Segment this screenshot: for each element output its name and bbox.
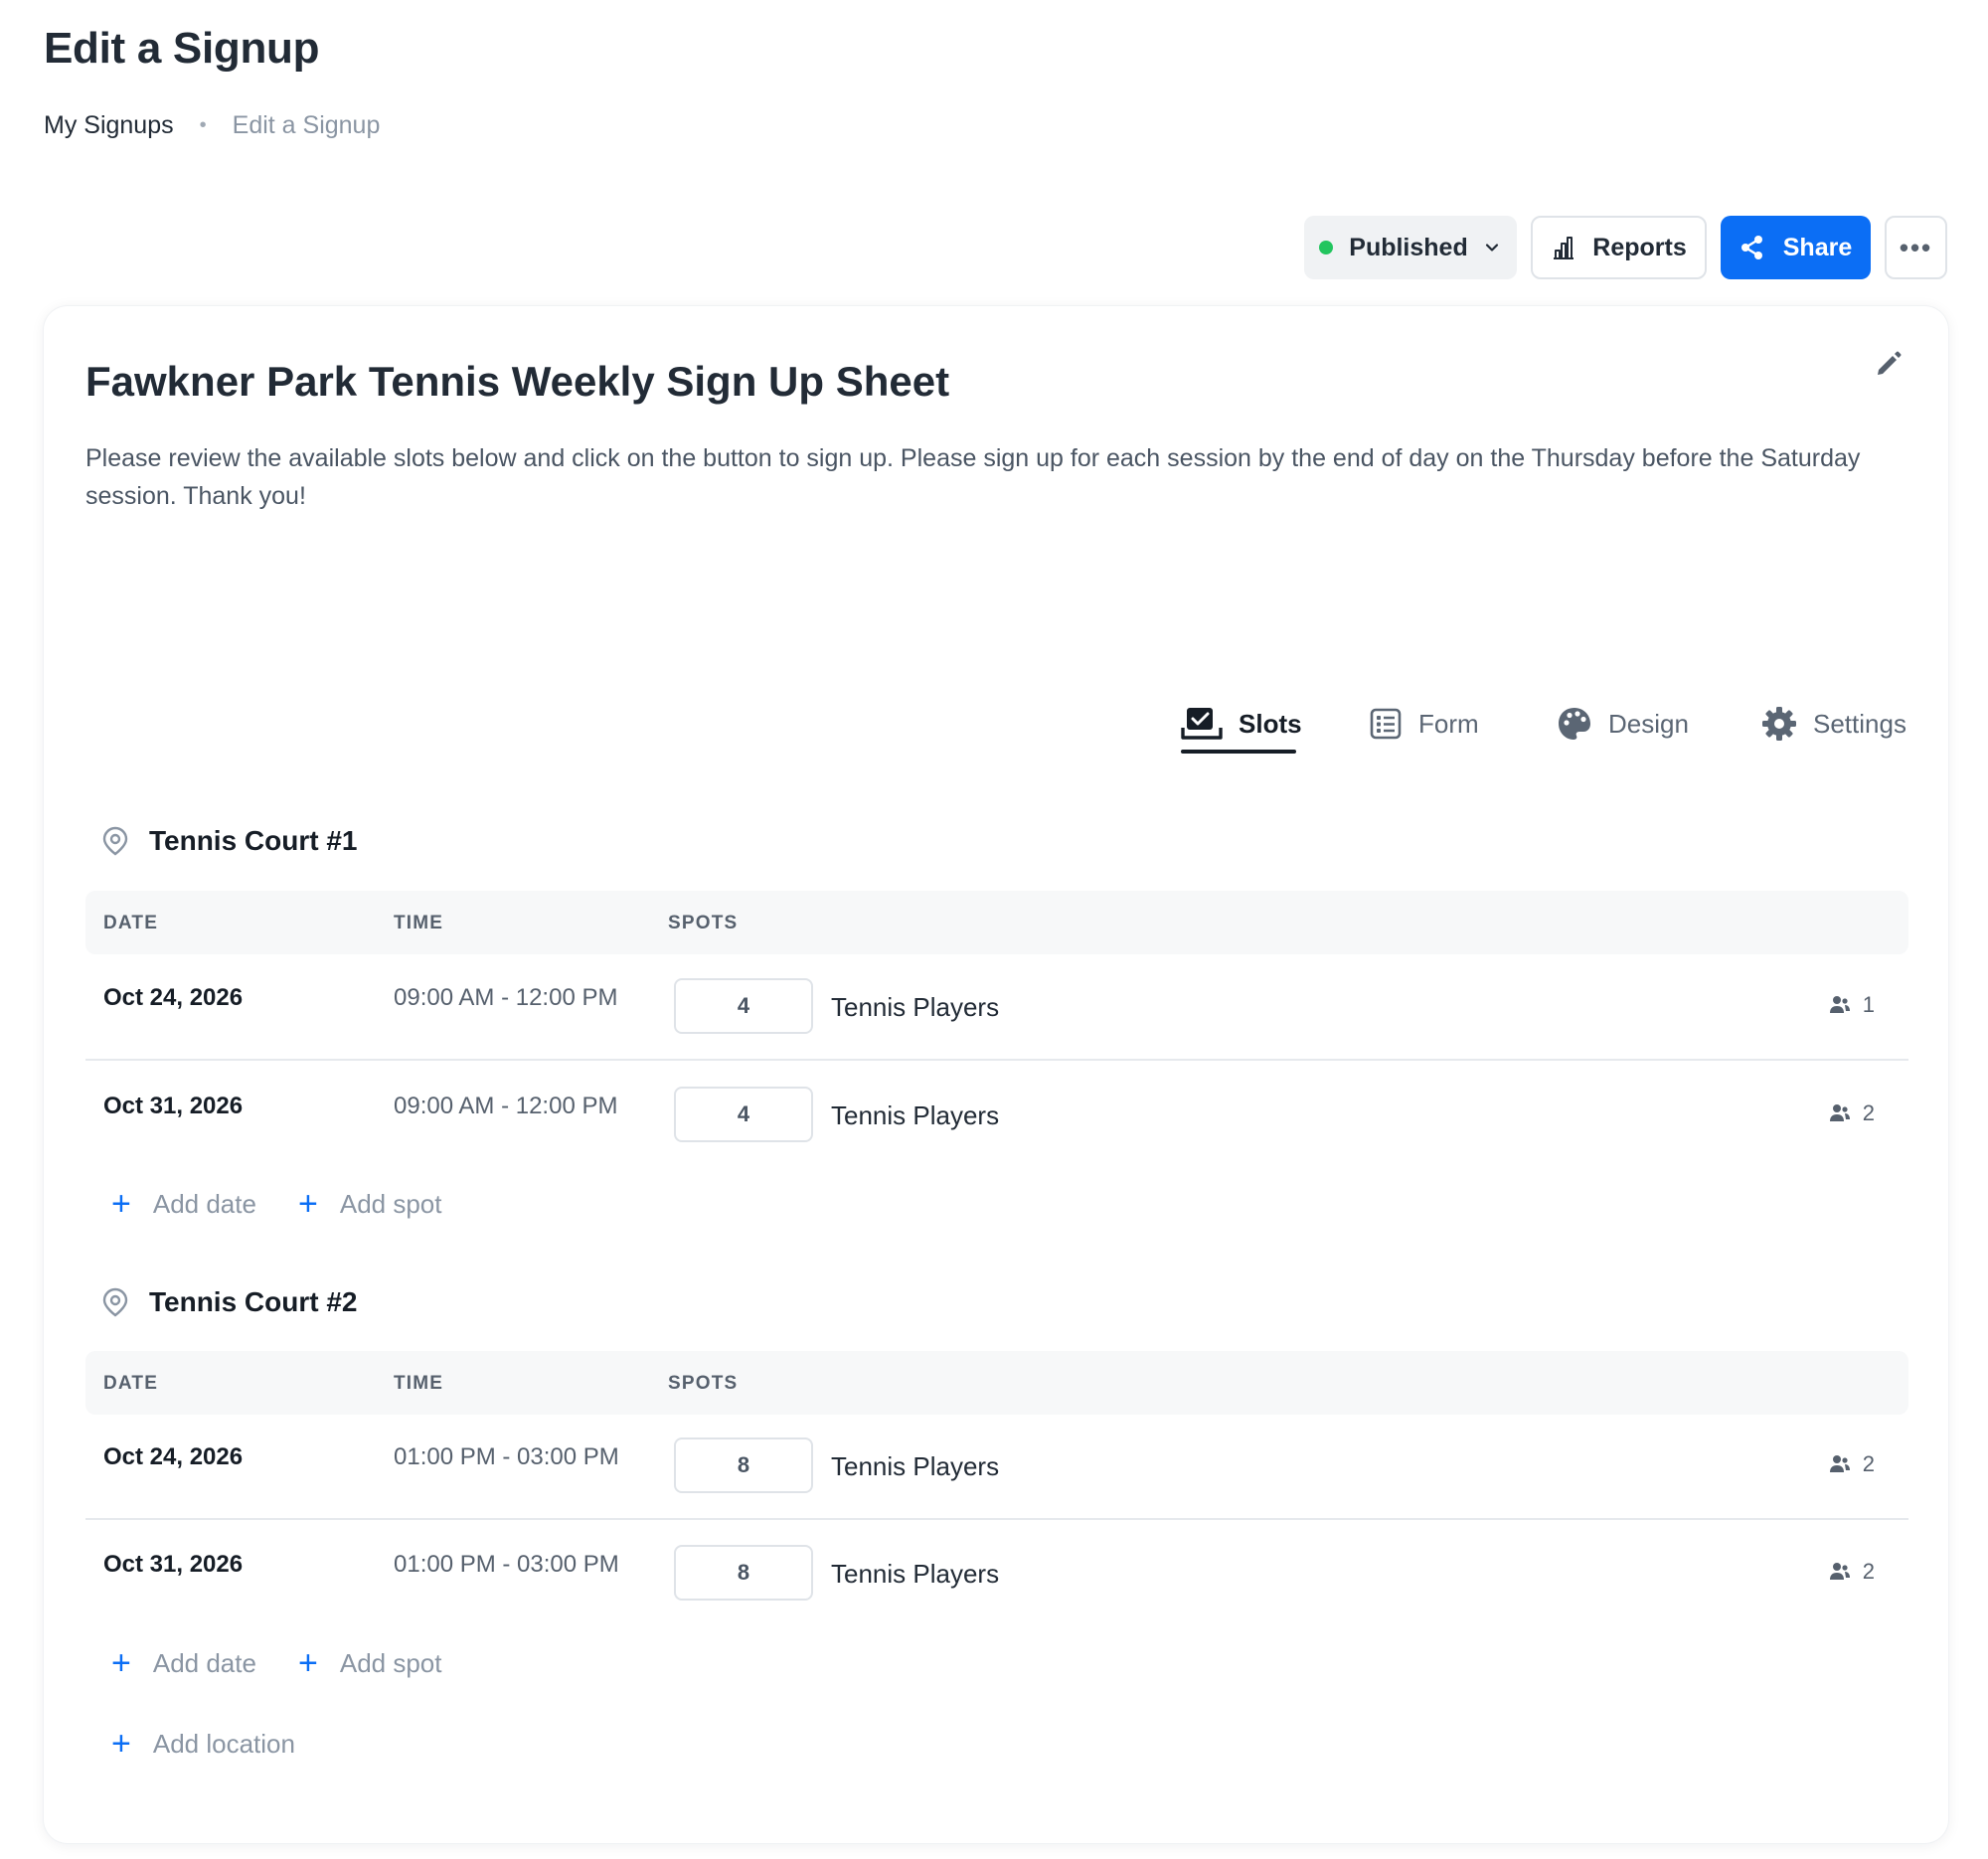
location-heading: Tennis Court #1: [101, 825, 358, 857]
tab-settings-label: Settings: [1813, 708, 1906, 739]
plus-icon: +: [298, 1644, 318, 1682]
status-label: Published: [1349, 233, 1468, 261]
slot-time[interactable]: 09:00 AM - 12:00 PM: [394, 984, 617, 1012]
breadcrumb-separator: •: [199, 114, 207, 136]
slot-time[interactable]: 01:00 PM - 03:00 PM: [394, 1551, 619, 1579]
pencil-edit-icon[interactable]: [1873, 348, 1905, 385]
add-date-button[interactable]: + Add date: [111, 1646, 256, 1680]
table-row: Oct 24, 2026 01:00 PM - 03:00 PM 8 Tenni…: [85, 1414, 1908, 1520]
signup-count[interactable]: 2: [1829, 1559, 1875, 1585]
status-dot-icon: [1319, 241, 1334, 254]
add-spot-button[interactable]: + Add spot: [298, 1187, 442, 1221]
slots-checkbox-icon: [1181, 708, 1223, 740]
reports-label: Reports: [1592, 233, 1687, 261]
breadcrumb: My Signups • Edit a Signup: [44, 111, 380, 140]
plus-icon: +: [111, 1725, 131, 1763]
tab-design-label: Design: [1608, 708, 1689, 739]
signup-count-value: 2: [1862, 1451, 1875, 1476]
share-button[interactable]: Share: [1721, 216, 1871, 279]
users-icon: [1829, 996, 1850, 1013]
plus-icon: +: [111, 1644, 131, 1682]
signup-count[interactable]: 1: [1829, 992, 1875, 1018]
spots-count-input[interactable]: 4: [674, 978, 813, 1034]
breadcrumb-current: Edit a Signup: [232, 111, 381, 139]
plus-icon: +: [111, 1185, 131, 1223]
users-icon: [1829, 1455, 1850, 1472]
reports-button[interactable]: Reports: [1531, 216, 1707, 279]
spots-count-input[interactable]: 4: [674, 1087, 813, 1142]
spot-role[interactable]: Tennis Players: [831, 1100, 999, 1131]
chevron-down-icon: [1485, 244, 1498, 252]
tab-settings[interactable]: Settings: [1761, 684, 1906, 763]
location-pin-icon: [102, 826, 128, 856]
table-row: Oct 31, 2026 09:00 AM - 12:00 PM 4 Tenni…: [85, 1063, 1908, 1169]
form-list-icon: [1370, 708, 1402, 740]
add-spot-button[interactable]: + Add spot: [298, 1646, 442, 1680]
slots-table-header: DATE TIME SPOTS: [85, 1351, 1908, 1415]
add-date-label: Add date: [152, 1188, 256, 1219]
table-row: Oct 31, 2026 01:00 PM - 03:00 PM 8 Tenni…: [85, 1521, 1908, 1627]
add-location-label: Add location: [152, 1728, 295, 1759]
page-title: Edit a Signup: [44, 24, 320, 73]
signup-count[interactable]: 2: [1829, 1100, 1875, 1126]
location-heading: Tennis Court #2: [101, 1286, 358, 1318]
signup-count-value: 1: [1862, 992, 1875, 1017]
tab-design[interactable]: Design: [1557, 684, 1689, 763]
location-name: Tennis Court #2: [149, 1286, 358, 1317]
spot-role[interactable]: Tennis Players: [831, 992, 999, 1023]
slot-date[interactable]: Oct 24, 2026: [103, 984, 243, 1012]
gear-icon: [1762, 707, 1796, 741]
slot-time[interactable]: 09:00 AM - 12:00 PM: [394, 1093, 617, 1120]
palette-icon: [1559, 708, 1590, 740]
tab-slots-label: Slots: [1239, 708, 1302, 739]
users-icon: [1829, 1563, 1850, 1580]
share-label: Share: [1782, 233, 1853, 261]
slot-date[interactable]: Oct 31, 2026: [103, 1551, 243, 1579]
signup-title: Fawkner Park Tennis Weekly Sign Up Sheet: [85, 358, 950, 405]
column-header-date: DATE: [103, 1373, 159, 1394]
signup-count[interactable]: 2: [1829, 1451, 1875, 1477]
spot-role[interactable]: Tennis Players: [831, 1451, 999, 1482]
location-name: Tennis Court #1: [149, 825, 358, 856]
location-pin-icon: [102, 1287, 128, 1317]
editor-tabs: Slots Form Design Settings: [44, 684, 1948, 763]
column-header-date: DATE: [103, 913, 159, 933]
column-header-time: TIME: [394, 913, 444, 933]
tab-form[interactable]: Form: [1369, 684, 1479, 763]
column-header-time: TIME: [394, 1373, 444, 1394]
signup-count-value: 2: [1862, 1100, 1875, 1125]
signup-count-value: 2: [1862, 1559, 1875, 1584]
edit-signup-page: Edit a Signup My Signups • Edit a Signup…: [0, 0, 1988, 1859]
status-dropdown-button[interactable]: Published: [1304, 216, 1517, 279]
breadcrumb-my-signups[interactable]: My Signups: [44, 111, 174, 140]
slot-date[interactable]: Oct 31, 2026: [103, 1093, 243, 1120]
column-header-spots: SPOTS: [668, 1373, 739, 1394]
slot-date[interactable]: Oct 24, 2026: [103, 1443, 243, 1471]
column-header-spots: SPOTS: [668, 913, 739, 933]
slot-time[interactable]: 01:00 PM - 03:00 PM: [394, 1443, 619, 1471]
spots-count-input[interactable]: 8: [674, 1437, 813, 1493]
users-icon: [1829, 1104, 1850, 1121]
add-spot-label: Add spot: [339, 1188, 442, 1219]
spot-role[interactable]: Tennis Players: [831, 1559, 999, 1590]
tab-form-label: Form: [1418, 708, 1479, 739]
add-spot-label: Add spot: [339, 1647, 442, 1678]
slots-table-header: DATE TIME SPOTS: [85, 891, 1908, 954]
more-options-button[interactable]: •••: [1885, 216, 1947, 279]
bar-chart-icon: [1554, 237, 1574, 259]
share-icon: [1740, 236, 1762, 259]
add-date-label: Add date: [152, 1647, 256, 1678]
signup-card: Fawkner Park Tennis Weekly Sign Up Sheet…: [44, 306, 1948, 1843]
add-date-button[interactable]: + Add date: [111, 1187, 256, 1221]
table-row: Oct 24, 2026 09:00 AM - 12:00 PM 4 Tenni…: [85, 954, 1908, 1061]
add-location-button[interactable]: + Add location: [111, 1727, 295, 1761]
active-tab-indicator: [1181, 750, 1296, 754]
spots-count-input[interactable]: 8: [674, 1545, 813, 1601]
signup-description: Please review the available slots below …: [85, 444, 1861, 510]
plus-icon: +: [298, 1185, 318, 1223]
